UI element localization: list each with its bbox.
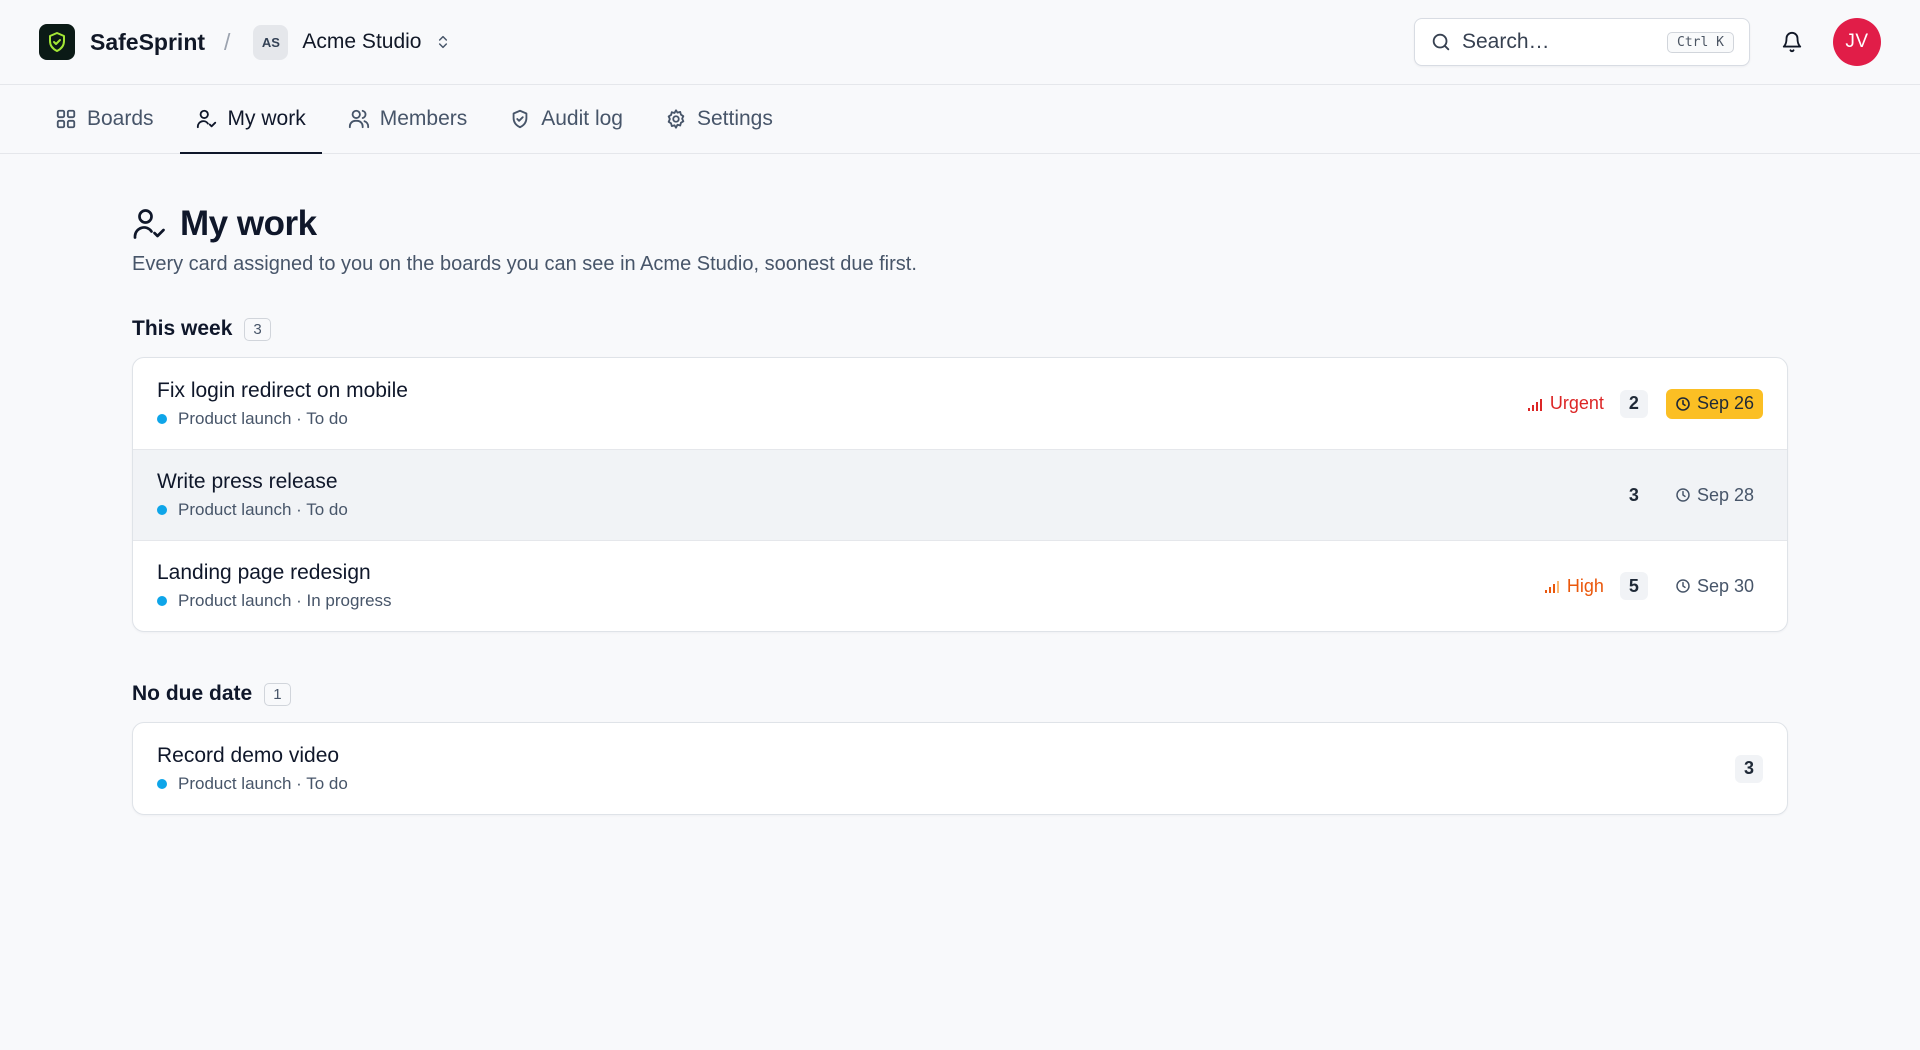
card-row[interactable]: Record demo video Product launch · To do… [133, 723, 1787, 814]
tab-label: Members [379, 107, 468, 130]
card-board-status: Product launch · In progress [178, 591, 392, 610]
priority-badge: Urgent [1527, 393, 1604, 414]
card-meta: Product launch · In progress [157, 591, 1544, 611]
search-shortcut: Ctrl K [1667, 31, 1734, 53]
section-title: This week [132, 317, 233, 340]
user-check-icon [133, 209, 165, 239]
signal-bars-icon [1544, 581, 1559, 593]
card-info: Fix login redirect on mobile Product lau… [157, 379, 1527, 429]
board-color-dot [157, 505, 167, 515]
tab-members[interactable]: Members [332, 85, 484, 153]
points-badge: 5 [1619, 572, 1648, 600]
breadcrumb-separator: / [224, 28, 231, 55]
clock-icon [1676, 579, 1690, 593]
card-title: Write press release [157, 470, 338, 493]
due-date-badge: Sep 26 [1665, 388, 1763, 419]
due-date: Sep 28 [1696, 484, 1754, 505]
card-meta: Product launch · To do [157, 500, 1620, 520]
card-info: Write press release Product launch · To … [157, 470, 1620, 520]
search-icon [1432, 33, 1450, 51]
tab-settings[interactable]: Settings [649, 85, 789, 153]
app-name[interactable]: SafeSprint [90, 29, 205, 56]
tab-label: My work [227, 107, 306, 130]
section-title: No due date [132, 682, 253, 705]
tab-label: Audit log [541, 107, 623, 130]
board-color-dot [157, 596, 167, 606]
user-check-icon [196, 109, 216, 129]
clock-icon [1676, 396, 1690, 411]
card-meta: Product launch · To do [157, 409, 1527, 429]
priority-label: Urgent [1549, 393, 1604, 413]
section-header-this-week: This week 3 [132, 317, 1788, 341]
card-list-no-due-date: Record demo video Product launch · To do… [132, 722, 1788, 815]
card-info: Landing page redesign Product launch · I… [157, 561, 1544, 611]
card-row[interactable]: Write press release Product launch · To … [133, 449, 1787, 540]
card-info: Record demo video Product launch · To do [157, 744, 1735, 794]
workspace-name[interactable]: Acme Studio [302, 30, 421, 54]
card-title: Landing page redesign [157, 561, 371, 584]
gear-icon [667, 109, 685, 129]
board-color-dot [157, 778, 167, 789]
section-count-badge: 3 [244, 317, 271, 341]
card-row[interactable]: Fix login redirect on mobile Product lau… [133, 358, 1787, 449]
page-title: My work [180, 204, 317, 243]
tab-my-work[interactable]: My work [179, 85, 322, 154]
points-badge: 2 [1619, 389, 1648, 418]
card-title: Record demo video [157, 743, 340, 767]
signal-bars-icon [1527, 398, 1542, 411]
card-board-status: Product launch · To do [178, 408, 348, 428]
app-logo-icon[interactable] [39, 24, 75, 60]
main-nav: Boards My work Members Audit log Setting… [0, 85, 1920, 154]
card-title: Fix login redirect on mobile [157, 378, 408, 402]
main-content: My work Every card assigned to you on th… [132, 204, 1788, 815]
card-list-this-week: Fix login redirect on mobile Product lau… [132, 357, 1788, 632]
due-date: Sep 30 [1696, 575, 1754, 596]
card-badges: Urgent 2 Sep 26 [1527, 388, 1763, 419]
workspace-avatar[interactable]: AS [253, 24, 289, 60]
user-avatar[interactable]: JV [1833, 18, 1881, 66]
grid-icon [56, 109, 76, 129]
priority-label: High [1566, 575, 1604, 596]
tab-label: Settings [696, 107, 773, 130]
card-board-status: Product launch · To do [178, 773, 348, 793]
section-header-no-due-date: No due date 1 [132, 682, 1788, 706]
clock-icon [1676, 488, 1690, 502]
card-badges: High 5 Sep 30 [1544, 571, 1763, 601]
top-bar: SafeSprint / AS Acme Studio Search… Ctrl… [0, 0, 1920, 85]
page-subtitle: Every card assigned to you on the boards… [132, 253, 917, 275]
card-badges: 3 [1735, 754, 1763, 783]
search-box[interactable]: Search… Ctrl K [1414, 18, 1750, 66]
shield-check-icon [512, 109, 528, 129]
priority-badge: High [1544, 576, 1604, 597]
section-count-badge: 1 [264, 682, 291, 706]
page-header: My work [132, 204, 1788, 244]
due-date-badge: Sep 28 [1666, 480, 1763, 510]
card-row[interactable]: Landing page redesign Product launch · I… [133, 540, 1787, 631]
search-input[interactable]: Search… [1462, 30, 1667, 54]
card-meta: Product launch · To do [157, 774, 1735, 794]
card-badges: 3 Sep 28 [1620, 480, 1763, 510]
due-date-badge: Sep 30 [1666, 571, 1763, 601]
points-badge: 3 [1735, 754, 1763, 783]
tab-audit-log[interactable]: Audit log [493, 85, 639, 153]
users-icon [348, 109, 369, 129]
bell-icon[interactable] [1774, 24, 1810, 60]
chevrons-up-down-icon[interactable] [435, 34, 451, 50]
points-badge: 3 [1628, 484, 1639, 505]
tab-boards[interactable]: Boards [39, 85, 170, 153]
board-color-dot [157, 413, 167, 424]
card-board-status: Product launch · To do [178, 500, 348, 519]
tab-label: Boards [87, 107, 154, 130]
due-date: Sep 26 [1696, 393, 1754, 413]
